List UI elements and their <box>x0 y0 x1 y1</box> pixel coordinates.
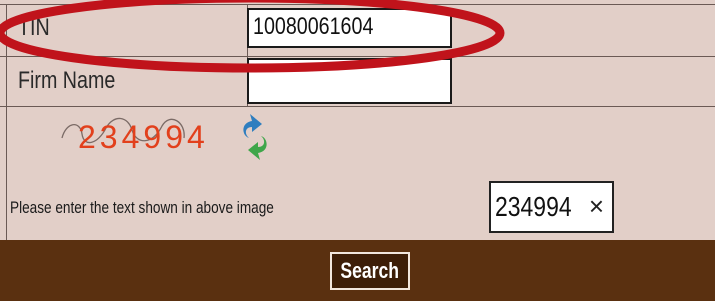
search-button-label: Search <box>340 258 400 283</box>
search-button[interactable]: Search <box>330 252 410 290</box>
tin-input-value: 10080061604 <box>253 13 374 40</box>
search-form: TIN 10080061604 Firm Name 234994 Please … <box>0 0 715 301</box>
firm-name-input[interactable] <box>247 58 452 104</box>
row-divider <box>0 106 715 107</box>
captcha-digits: 234994 <box>78 119 209 155</box>
tin-input[interactable]: 10080061604 <box>247 8 452 48</box>
captcha-image: 234994 <box>58 108 228 160</box>
captcha-input-value: 234994 <box>495 191 572 222</box>
refresh-icon[interactable] <box>240 110 274 166</box>
firm-name-label: Firm Name <box>18 67 116 94</box>
captcha-hint: Please enter the text shown in above ima… <box>10 198 274 217</box>
clear-icon[interactable]: × <box>589 191 604 222</box>
column-divider <box>6 4 7 240</box>
captcha-input[interactable]: 234994 × <box>489 181 614 233</box>
tin-label: TIN <box>18 14 50 41</box>
row-divider <box>0 4 715 5</box>
row-divider <box>0 56 715 57</box>
